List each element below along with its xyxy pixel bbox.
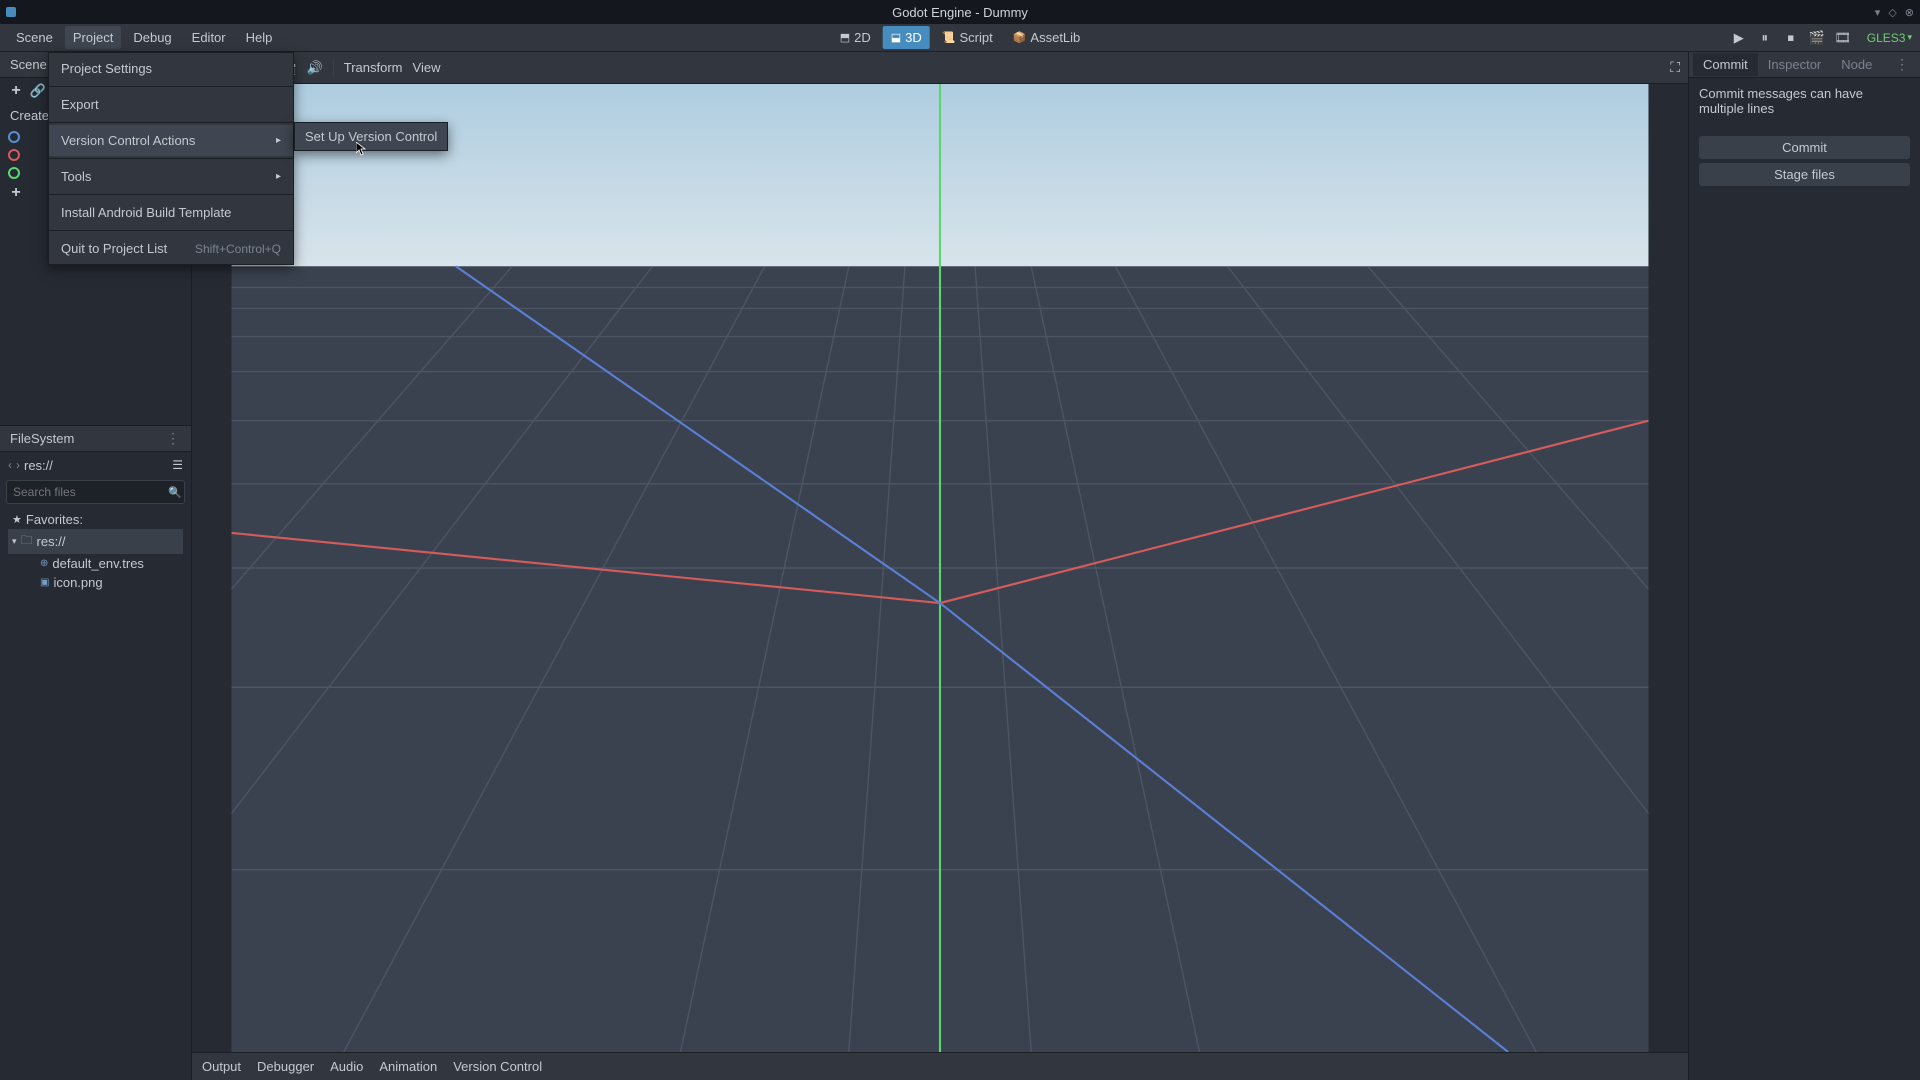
tab-commit[interactable]: Commit [1693, 53, 1758, 76]
window-title: Godot Engine - Dummy [892, 5, 1028, 20]
mode-script[interactable]: 📜Script [934, 26, 1001, 49]
nav-forward-button[interactable]: › [16, 458, 20, 472]
menu-scene[interactable]: Scene [8, 26, 61, 49]
favorites-section[interactable]: ★ Favorites: [8, 510, 183, 529]
stage-files-button[interactable]: Stage files [1699, 163, 1910, 186]
maximize-icon[interactable]: ◇ [1888, 6, 1896, 19]
shortcut-label: Shift+Control+Q [195, 242, 281, 256]
menu-editor[interactable]: Editor [184, 26, 234, 49]
menu-quit-to-project-list[interactable]: Quit to Project List Shift+Control+Q [49, 233, 293, 264]
menubar: Scene Project Debug Editor Help ⬒2D ⬓3D … [0, 24, 1920, 52]
search-icon: 🔍 [168, 486, 182, 499]
transform-menu[interactable]: Transform [344, 60, 403, 75]
tab-audio[interactable]: Audio [330, 1059, 363, 1074]
filesystem-path[interactable]: res:// [24, 458, 168, 473]
menu-project[interactable]: Project [65, 26, 121, 49]
folder-icon: 🗀 [21, 531, 33, 552]
minimize-icon[interactable]: ▾ [1875, 6, 1881, 19]
search-input[interactable] [13, 485, 168, 499]
mode-assetlib[interactable]: 📦AssetLib [1005, 26, 1089, 49]
menu-setup-version-control[interactable]: Set Up Version Control [295, 123, 447, 150]
menu-version-control-actions[interactable]: Version Control Actions ▸ [49, 125, 293, 156]
nav-back-button[interactable]: ‹ [8, 458, 12, 472]
view-mode-button[interactable]: ☰ [172, 458, 183, 472]
add-node-button[interactable]: + [8, 83, 24, 99]
center-area: ▦ 🔒 ⊞ 📷 🔊 Transform View ⛶ [192, 52, 1688, 1080]
chevron-down-icon: ▾ [1907, 32, 1912, 43]
bottom-panel: Output Debugger Audio Animation Version … [192, 1052, 1688, 1080]
menu-install-android[interactable]: Install Android Build Template [49, 197, 293, 228]
viewport-3d[interactable] [192, 84, 1688, 1052]
right-dock: Commit Inspector Node ⋮ Commit messages … [1688, 52, 1920, 1080]
submenu-arrow-icon: ▸ [276, 171, 281, 182]
dock-menu-icon[interactable]: ⋮ [166, 430, 181, 447]
mode-3d[interactable]: ⬓3D [883, 26, 930, 49]
separator [49, 122, 293, 123]
link-icon[interactable]: 🔗 [30, 83, 46, 99]
menu-project-settings[interactable]: Project Settings [49, 53, 293, 84]
filesystem-tree: ★ Favorites: ▾ 🗀 res:// ⊕ default_env.tr… [0, 506, 191, 596]
dock-menu-icon[interactable]: ⋮ [1895, 56, 1916, 73]
assetlib-icon: 📦 [1013, 31, 1027, 44]
play-scene-button[interactable]: 🎬 [1807, 28, 1827, 48]
version-control-submenu: Set Up Version Control [294, 122, 448, 151]
menu-help[interactable]: Help [238, 26, 281, 49]
menu-debug[interactable]: Debug [125, 26, 179, 49]
script-icon: 📜 [942, 31, 956, 44]
separator [333, 59, 334, 77]
mode-3d-icon: ⬓ [891, 31, 901, 44]
menubar-left: Scene Project Debug Editor Help [8, 26, 280, 49]
chevron-down-icon[interactable]: ▾ [12, 536, 17, 547]
mode-2d-icon: ⬒ [840, 31, 850, 44]
renderer-label[interactable]: GLES3▾ [1867, 31, 1912, 45]
commit-button[interactable]: Commit [1699, 136, 1910, 159]
expand-viewport-button[interactable]: ⛶ [1670, 59, 1680, 76]
tab-version-control[interactable]: Version Control [453, 1059, 542, 1074]
plus-icon: + [8, 185, 24, 201]
image-icon: ▣ [40, 577, 49, 588]
tab-output[interactable]: Output [202, 1059, 241, 1074]
filesystem-tab[interactable]: FileSystem ⋮ [0, 426, 191, 452]
view-menu[interactable]: View [413, 60, 441, 75]
separator [49, 194, 293, 195]
play-button[interactable]: ▶ [1729, 28, 1749, 48]
resource-icon: ⊕ [40, 558, 48, 569]
star-icon: ★ [12, 513, 22, 526]
separator [49, 158, 293, 159]
viewport-scene [192, 84, 1688, 1052]
close-icon[interactable]: ⊗ [1905, 6, 1914, 19]
file-default-env[interactable]: ⊕ default_env.tres [8, 554, 183, 573]
control-icon [8, 167, 20, 179]
viewport-toolbar: ▦ 🔒 ⊞ 📷 🔊 Transform View ⛶ [192, 52, 1688, 84]
project-menu-dropdown: Project Settings Export Version Control … [48, 52, 294, 265]
separator [49, 230, 293, 231]
pause-button[interactable]: ⏸ [1755, 28, 1775, 48]
spatial-icon [8, 149, 20, 161]
filesystem-dock: FileSystem ⋮ ‹ › res:// ☰ 🔍 ★ Favorites:… [0, 425, 191, 1080]
tab-animation[interactable]: Animation [379, 1059, 437, 1074]
playback-controls: ▶ ⏸ ⏹ 🎬 🎞 GLES3▾ [1729, 28, 1912, 48]
menu-export[interactable]: Export [49, 89, 293, 120]
right-dock-tabs: Commit Inspector Node ⋮ [1689, 52, 1920, 78]
filesystem-search[interactable]: 🔍 [6, 480, 185, 504]
window-controls: ▾ ◇ ⊗ [1875, 6, 1914, 19]
submenu-arrow-icon: ▸ [276, 135, 281, 146]
filesystem-root[interactable]: ▾ 🗀 res:// [8, 529, 183, 554]
node2d-icon [8, 131, 20, 143]
play-custom-button[interactable]: 🎞 [1833, 28, 1853, 48]
app-icon [6, 7, 16, 17]
menu-tools[interactable]: Tools ▸ [49, 161, 293, 192]
file-icon-png[interactable]: ▣ icon.png [8, 573, 183, 592]
commit-message-area[interactable]: Commit messages can have multiple lines [1689, 78, 1920, 134]
workspace-switcher: ⬒2D ⬓3D 📜Script 📦AssetLib [832, 26, 1089, 49]
mode-2d[interactable]: ⬒2D [832, 26, 879, 49]
tab-debugger[interactable]: Debugger [257, 1059, 314, 1074]
filesystem-nav: ‹ › res:// ☰ [0, 452, 191, 478]
separator [49, 86, 293, 87]
tab-inspector[interactable]: Inspector [1758, 53, 1831, 76]
titlebar: Godot Engine - Dummy ▾ ◇ ⊗ [0, 0, 1920, 24]
listener-icon[interactable]: 🔊 [307, 60, 323, 76]
tab-node[interactable]: Node [1831, 53, 1882, 76]
stop-button[interactable]: ⏹ [1781, 28, 1801, 48]
